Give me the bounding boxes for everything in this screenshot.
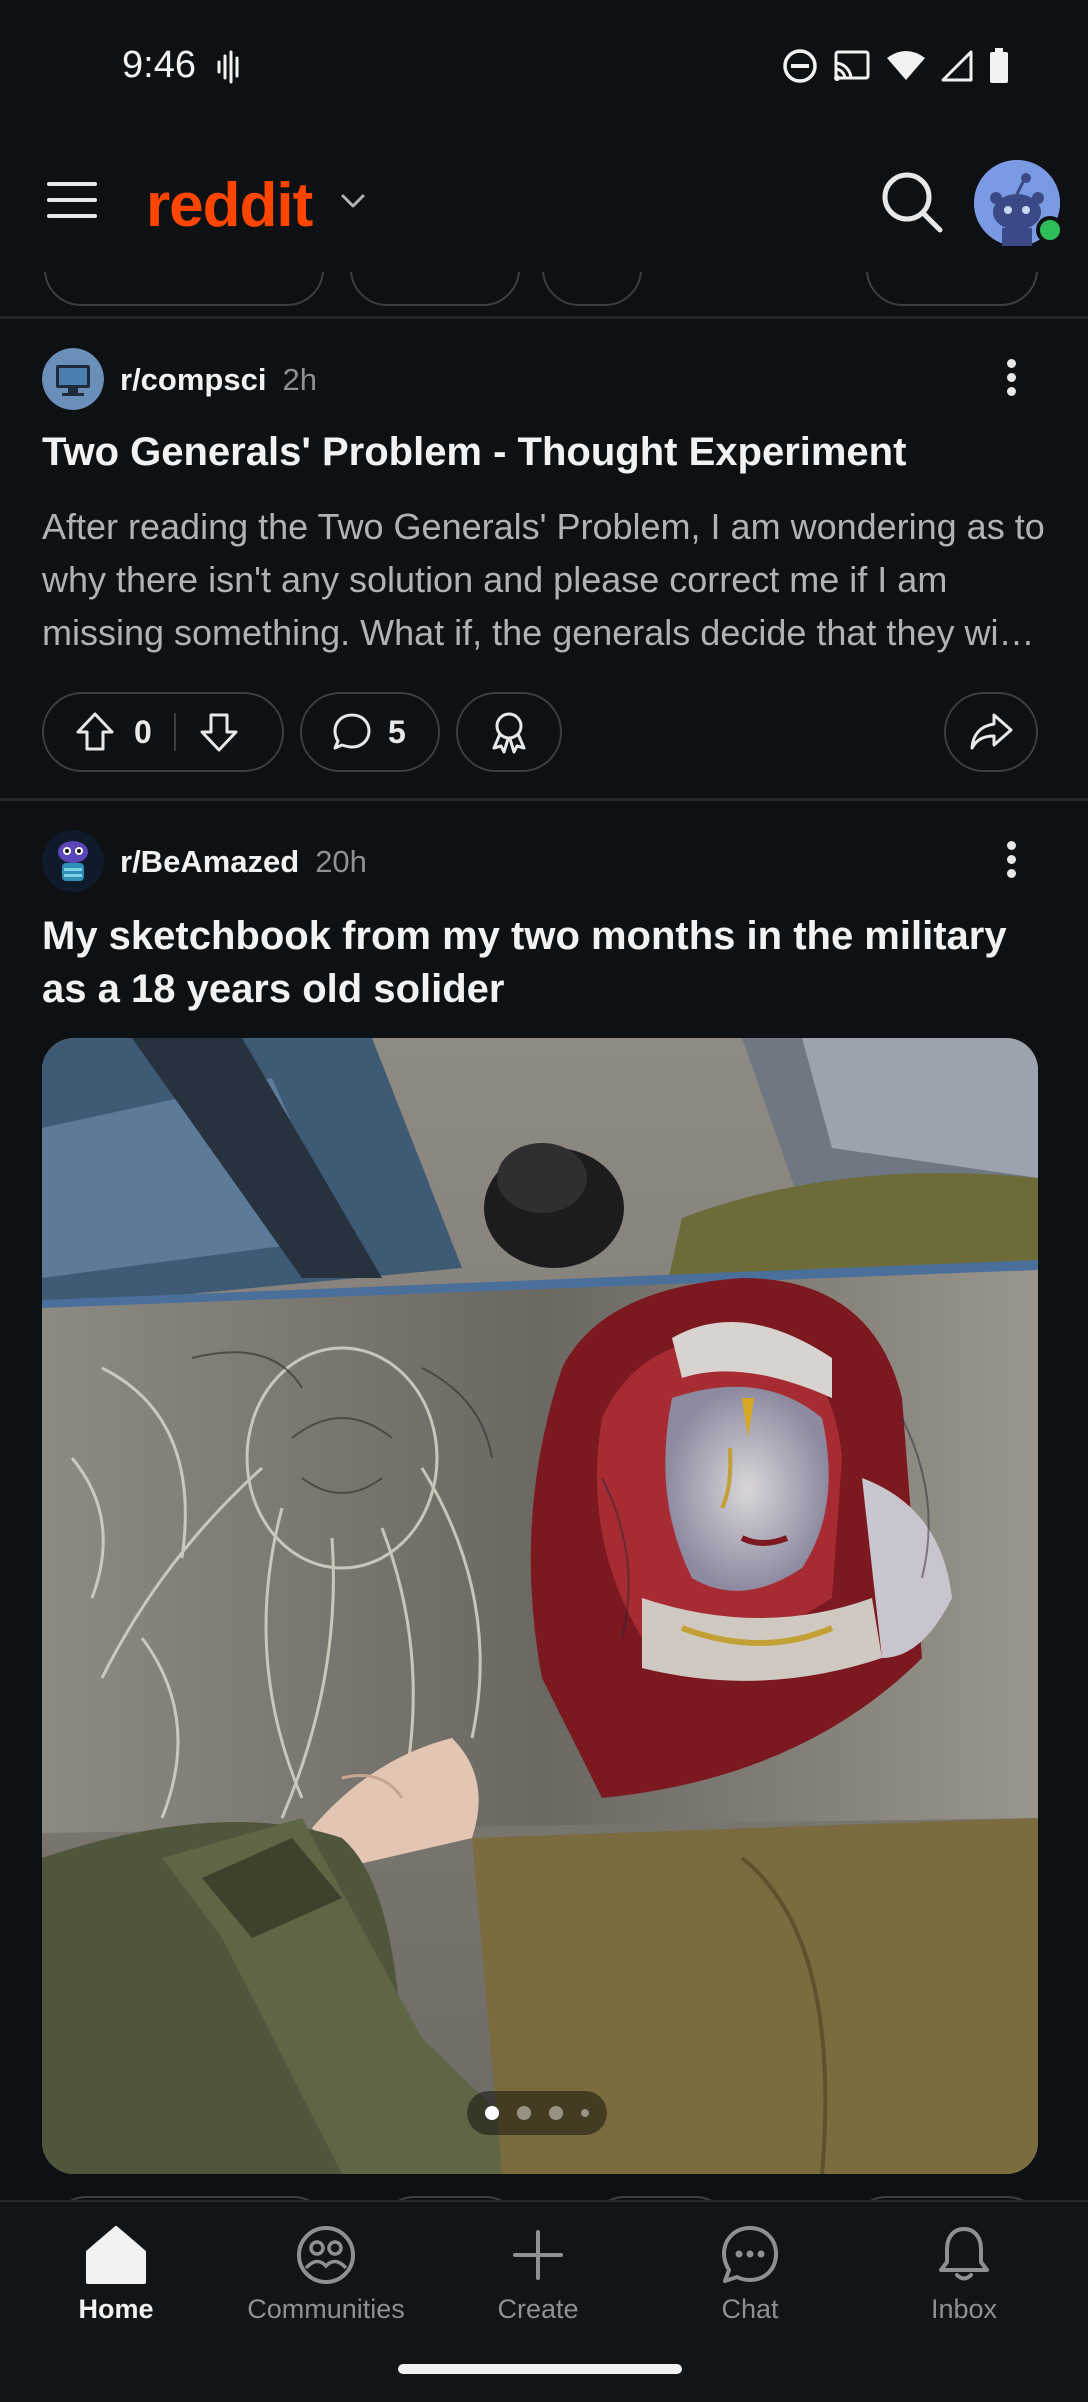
more-options-icon[interactable] xyxy=(996,836,1026,886)
status-bar: 9:46 xyxy=(0,0,1088,130)
partial-action-pill xyxy=(866,272,1038,306)
nav-chat-label: Chat xyxy=(721,2294,779,2324)
gallery-dot xyxy=(581,2109,589,2117)
vote-separator xyxy=(173,713,176,751)
battery-icon xyxy=(990,48,1008,83)
search-icon[interactable] xyxy=(880,170,944,234)
comments-button[interactable]: 5 xyxy=(300,692,440,772)
post-image-gallery[interactable] xyxy=(42,1038,1038,2174)
do-not-disturb-icon xyxy=(783,49,817,83)
online-status-dot xyxy=(1036,216,1064,244)
gallery-dot-active xyxy=(485,2106,499,2120)
nav-inbox[interactable]: Inbox xyxy=(864,2224,1064,2325)
cast-icon xyxy=(834,50,870,81)
communities-icon xyxy=(297,2226,355,2284)
cellular-signal-icon xyxy=(941,50,973,82)
post-title[interactable]: My sketchbook from my two months in the … xyxy=(42,910,1052,1016)
wifi-icon xyxy=(887,51,925,80)
chat-icon xyxy=(722,2226,778,2283)
bell-icon xyxy=(939,2227,989,2281)
reddit-logo[interactable]: reddit xyxy=(146,170,313,241)
partial-action-pill xyxy=(350,272,520,306)
subreddit-compsci-icon[interactable] xyxy=(42,348,104,410)
home-icon xyxy=(86,2226,146,2284)
comment-icon xyxy=(333,713,371,750)
subreddit-name[interactable]: r/BeAmazed xyxy=(120,844,299,879)
nav-communities[interactable]: Communities xyxy=(226,2224,426,2325)
gallery-dot xyxy=(549,2106,563,2120)
share-icon xyxy=(970,713,1013,750)
partial-action-pill xyxy=(542,272,642,306)
award-icon xyxy=(492,712,526,754)
post-body[interactable]: After reading the Two Generals' Problem,… xyxy=(42,500,1052,659)
nav-create[interactable]: Create xyxy=(438,2224,638,2325)
gallery-dot xyxy=(517,2106,531,2120)
user-avatar[interactable] xyxy=(974,160,1064,246)
vote-score: 0 xyxy=(134,713,152,750)
post-age: 2h xyxy=(282,362,317,397)
gallery-page-indicator xyxy=(467,2091,607,2135)
share-button[interactable] xyxy=(944,692,1038,772)
more-options-icon[interactable] xyxy=(996,354,1026,404)
previous-post-actions-partial xyxy=(0,272,1088,316)
post-meta: r/compsci 2h xyxy=(120,362,317,398)
nav-inbox-label: Inbox xyxy=(930,2294,998,2324)
sketchbook-photo xyxy=(42,1038,1038,2174)
vibrate-icon xyxy=(217,50,239,84)
post-title[interactable]: Two Generals' Problem - Thought Experime… xyxy=(42,426,1052,479)
upvote-icon[interactable] xyxy=(72,709,118,755)
nav-communities-label: Communities xyxy=(247,2294,405,2324)
downvote-icon[interactable] xyxy=(196,709,242,755)
post-age: 20h xyxy=(315,844,367,879)
status-time: 9:46 xyxy=(122,44,196,86)
vote-pill: 0 xyxy=(42,692,284,772)
partial-action-pill xyxy=(44,272,324,306)
award-button[interactable] xyxy=(456,692,562,772)
nav-create-label: Create xyxy=(497,2294,579,2324)
post-meta: r/BeAmazed 20h xyxy=(120,844,367,880)
nav-home[interactable]: Home xyxy=(16,2224,216,2325)
nav-home-label: Home xyxy=(78,2294,154,2324)
gesture-home-indicator[interactable] xyxy=(398,2364,682,2374)
feed-divider xyxy=(0,316,1088,319)
comment-count: 5 xyxy=(388,713,406,750)
chevron-down-icon[interactable] xyxy=(340,192,366,210)
feed-post[interactable]: r/compsci 2h Two Generals' Problem - Thou… xyxy=(0,320,1088,800)
subreddit-beamazed-icon[interactable] xyxy=(42,830,104,892)
menu-icon[interactable] xyxy=(46,178,98,222)
app-header: reddit xyxy=(0,130,1088,280)
plus-icon xyxy=(513,2230,563,2280)
nav-chat[interactable]: Chat xyxy=(650,2224,850,2325)
subreddit-name[interactable]: r/compsci xyxy=(120,362,266,397)
